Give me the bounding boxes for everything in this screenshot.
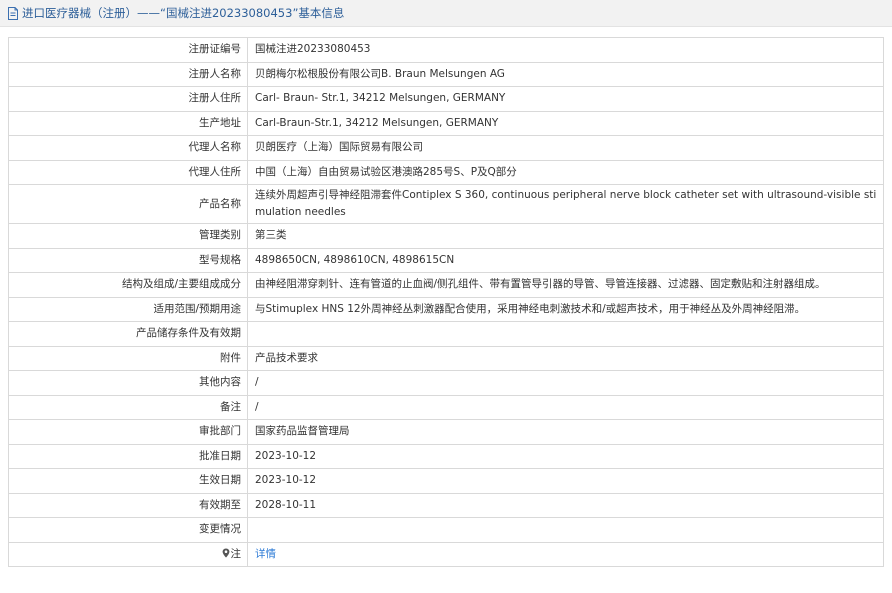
table-row: 批准日期 2023-10-12 <box>8 443 884 469</box>
row-label: 审批部门 <box>8 419 248 445</box>
table-row: 附件 产品技术要求 <box>8 345 884 371</box>
table-row: 注册人住所 Carl- Braun- Str.1, 34212 Melsunge… <box>8 86 884 112</box>
table-row: 注册证编号 国械注进20233080453 <box>8 37 884 63</box>
row-value: 2028-10-11 <box>247 492 884 518</box>
row-label: 注册证编号 <box>8 37 248 63</box>
row-value: / <box>247 394 884 420</box>
row-label: 代理人住所 <box>8 159 248 185</box>
row-value: 中国（上海）自由贸易试验区港澳路285号S、P及Q部分 <box>247 159 884 185</box>
table-row: 代理人名称 贝朗医疗（上海）国际贸易有限公司 <box>8 135 884 161</box>
row-value: 4898650CN, 4898610CN, 4898615CN <box>247 247 884 273</box>
table-row: 代理人住所 中国（上海）自由贸易试验区港澳路285号S、P及Q部分 <box>8 159 884 185</box>
row-label: 管理类别 <box>8 223 248 249</box>
row-value: 贝朗梅尔松根股份有限公司B. Braun Melsungen AG <box>247 61 884 87</box>
row-label: 生效日期 <box>8 468 248 494</box>
table-row: 审批部门 国家药品监督管理局 <box>8 419 884 445</box>
note-label: 注 <box>8 541 248 567</box>
row-value: / <box>247 370 884 396</box>
row-label: 备注 <box>8 394 248 420</box>
row-label: 产品储存条件及有效期 <box>8 321 248 347</box>
table-row: 产品储存条件及有效期 <box>8 321 884 347</box>
row-value: 贝朗医疗（上海）国际贸易有限公司 <box>247 135 884 161</box>
note-label-text: 注 <box>230 547 242 560</box>
table-row: 结构及组成/主要组成成分 由神经阻滞穿刺针、连有管道的止血阀/侧孔组件、带有置管… <box>8 272 884 298</box>
row-label: 结构及组成/主要组成成分 <box>8 272 248 298</box>
pin-icon <box>222 548 229 558</box>
row-value <box>247 517 884 543</box>
row-value: 国械注进20233080453 <box>247 37 884 63</box>
page-header: 进口医疗器械（注册）——“国械注进20233080453”基本信息 <box>0 0 892 27</box>
table-row-note: 注 详情 <box>8 541 884 567</box>
table-row: 型号规格 4898650CN, 4898610CN, 4898615CN <box>8 247 884 273</box>
row-label: 批准日期 <box>8 443 248 469</box>
row-label: 变更情况 <box>8 517 248 543</box>
row-value: 国家药品监督管理局 <box>247 419 884 445</box>
row-label: 代理人名称 <box>8 135 248 161</box>
row-value: 产品技术要求 <box>247 345 884 371</box>
row-value: 由神经阻滞穿刺针、连有管道的止血阀/侧孔组件、带有置管导引器的导管、导管连接器、… <box>247 272 884 298</box>
row-value: 连续外周超声引导神经阻滞套件Contiplex S 360, continuou… <box>247 184 884 224</box>
document-icon <box>8 6 18 20</box>
registration-info-table: 注册证编号 国械注进20233080453 注册人名称 贝朗梅尔松根股份有限公司… <box>8 37 884 567</box>
table-row: 产品名称 连续外周超声引导神经阻滞套件Contiplex S 360, cont… <box>8 184 884 224</box>
details-link[interactable]: 详情 <box>255 548 276 560</box>
row-value <box>247 321 884 347</box>
row-label: 注册人名称 <box>8 61 248 87</box>
row-label: 型号规格 <box>8 247 248 273</box>
row-label: 生产地址 <box>8 110 248 136</box>
row-label: 有效期至 <box>8 492 248 518</box>
table-row: 变更情况 <box>8 517 884 543</box>
row-value: 与Stimuplex HNS 12外周神经丛刺激器配合使用，采用神经电刺激技术和… <box>247 296 884 322</box>
note-value: 详情 <box>247 541 884 567</box>
table-row: 生产地址 Carl-Braun-Str.1, 34212 Melsungen, … <box>8 110 884 136</box>
table-row: 适用范围/预期用途 与Stimuplex HNS 12外周神经丛刺激器配合使用，… <box>8 296 884 322</box>
table-row: 生效日期 2023-10-12 <box>8 468 884 494</box>
table-row: 有效期至 2028-10-11 <box>8 492 884 518</box>
row-label: 附件 <box>8 345 248 371</box>
row-label: 其他内容 <box>8 370 248 396</box>
table-row: 其他内容 / <box>8 370 884 396</box>
row-label: 适用范围/预期用途 <box>8 296 248 322</box>
table-row: 管理类别 第三类 <box>8 223 884 249</box>
table-row: 注册人名称 贝朗梅尔松根股份有限公司B. Braun Melsungen AG <box>8 61 884 87</box>
row-label: 产品名称 <box>8 184 248 224</box>
row-value: Carl- Braun- Str.1, 34212 Melsungen, GER… <box>247 86 884 112</box>
row-value: Carl-Braun-Str.1, 34212 Melsungen, GERMA… <box>247 110 884 136</box>
row-value: 2023-10-12 <box>247 468 884 494</box>
page-title: 进口医疗器械（注册）——“国械注进20233080453”基本信息 <box>22 6 345 20</box>
row-label: 注册人住所 <box>8 86 248 112</box>
table-row: 备注 / <box>8 394 884 420</box>
row-value: 2023-10-12 <box>247 443 884 469</box>
row-value: 第三类 <box>247 223 884 249</box>
